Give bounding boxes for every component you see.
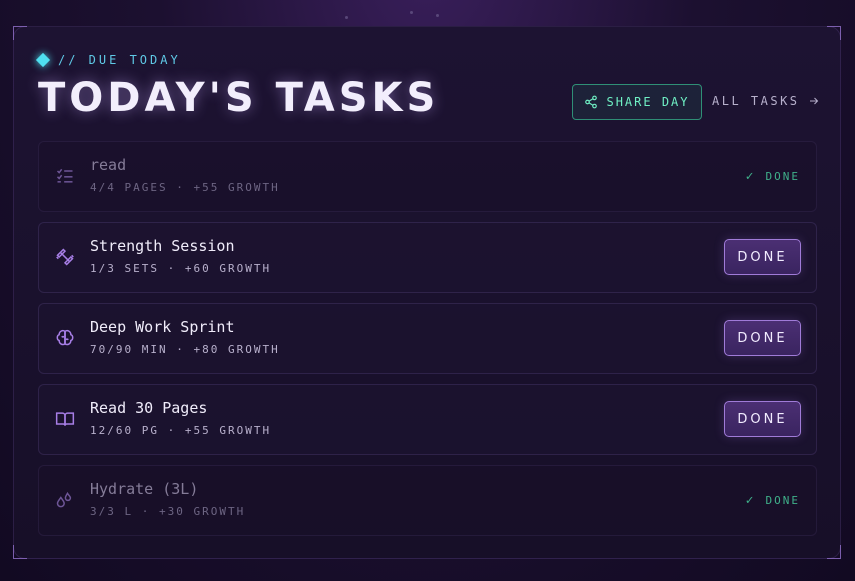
share-day-label: SHARE DAY bbox=[606, 95, 690, 109]
diamond-icon bbox=[35, 52, 51, 68]
task-row: Deep Work Sprint 70/90 MIN · +80 GROWTH … bbox=[38, 303, 817, 374]
done-status: ✓ DONE bbox=[746, 493, 800, 508]
mark-done-button[interactable]: DONE bbox=[724, 239, 801, 275]
task-name: read bbox=[90, 156, 127, 174]
task-row: Read 30 Pages 12/60 PG · +55 GROWTH DONE bbox=[38, 384, 817, 455]
task-meta: 70/90 MIN · +80 GROWTH bbox=[90, 343, 280, 356]
all-tasks-label: ALL TASKS bbox=[712, 94, 800, 108]
arrow-right-icon bbox=[809, 97, 818, 105]
task-meta: 1/3 SETS · +60 GROWTH bbox=[90, 262, 272, 275]
task-name: Deep Work Sprint bbox=[90, 318, 235, 336]
done-status-label: DONE bbox=[765, 170, 800, 183]
task-row: read 4/4 PAGES · +55 GROWTH ✓ DONE bbox=[38, 141, 817, 212]
checklist-icon bbox=[55, 166, 75, 186]
task-name: Hydrate (3L) bbox=[90, 480, 199, 498]
star-dot bbox=[410, 11, 413, 14]
page-title: TODAY'S TASKS bbox=[38, 75, 440, 121]
all-tasks-link[interactable]: ALL TASKS bbox=[712, 94, 820, 108]
task-name: Read 30 Pages bbox=[90, 399, 208, 417]
mark-done-button[interactable]: DONE bbox=[724, 401, 801, 437]
check-icon: ✓ bbox=[745, 493, 756, 508]
star-dot bbox=[345, 16, 348, 19]
eyebrow-label: // DUE TODAY bbox=[58, 53, 181, 67]
task-row: Hydrate (3L) 3/3 L · +30 GROWTH ✓ DONE bbox=[38, 465, 817, 536]
task-list: read 4/4 PAGES · +55 GROWTH ✓ DONE Stren… bbox=[38, 141, 817, 546]
task-name: Strength Session bbox=[90, 237, 235, 255]
section-eyebrow: // DUE TODAY bbox=[35, 52, 181, 68]
star-dot bbox=[436, 14, 439, 17]
dumbbell-icon bbox=[55, 247, 75, 267]
panel-corner bbox=[827, 26, 841, 40]
done-status-label: DONE bbox=[765, 494, 800, 507]
book-icon bbox=[55, 409, 75, 429]
task-meta: 12/60 PG · +55 GROWTH bbox=[90, 424, 272, 437]
panel-corner bbox=[13, 545, 27, 559]
panel-corner bbox=[827, 545, 841, 559]
droplets-icon bbox=[55, 490, 75, 510]
task-row: Strength Session 1/3 SETS · +60 GROWTH D… bbox=[38, 222, 817, 293]
tasks-panel: // DUE TODAY TODAY'S TASKS SHARE DAY ALL… bbox=[13, 26, 841, 559]
brain-icon bbox=[55, 328, 75, 348]
task-meta: 3/3 L · +30 GROWTH bbox=[90, 505, 246, 518]
task-meta: 4/4 PAGES · +55 GROWTH bbox=[90, 181, 280, 194]
mark-done-button[interactable]: DONE bbox=[724, 320, 801, 356]
share-icon bbox=[585, 95, 598, 109]
panel-corner bbox=[13, 26, 27, 40]
check-icon: ✓ bbox=[745, 169, 756, 184]
done-status: ✓ DONE bbox=[746, 169, 800, 184]
share-day-button[interactable]: SHARE DAY bbox=[572, 84, 702, 120]
